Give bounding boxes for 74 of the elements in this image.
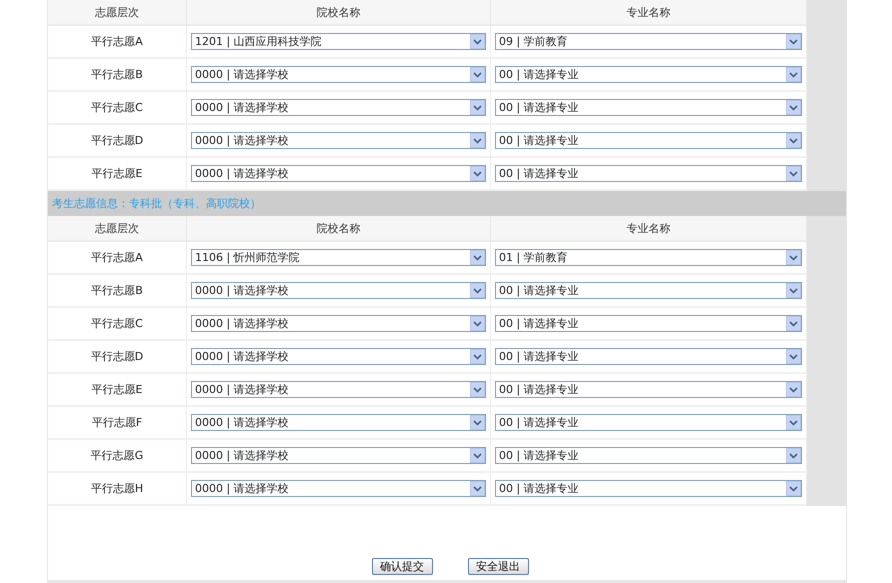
dropdown-arrow-icon bbox=[470, 316, 485, 331]
school-select[interactable]: 0000 | 请选择学校 bbox=[191, 381, 486, 398]
major-select[interactable]: 00 | 请选择专业 bbox=[495, 348, 802, 365]
major-select[interactable]: 00 | 请选择专业 bbox=[495, 447, 802, 464]
dropdown-arrow-icon bbox=[786, 166, 801, 181]
dropdown-arrow-icon bbox=[470, 382, 485, 397]
school-select[interactable]: 0000 | 请选择学校 bbox=[191, 282, 486, 299]
school-select[interactable]: 0000 | 请选择学校 bbox=[191, 66, 486, 83]
dropdown-arrow-icon bbox=[786, 34, 801, 49]
column-header: 院校名称 bbox=[187, 216, 491, 242]
dropdown-arrow-icon bbox=[786, 100, 801, 115]
column-header: 院校名称 bbox=[187, 0, 491, 26]
tier-label: 平行志愿D bbox=[48, 341, 187, 374]
dropdown-arrow-icon bbox=[786, 67, 801, 82]
major-select[interactable]: 00 | 请选择专业 bbox=[495, 165, 802, 182]
dropdown-arrow-icon bbox=[470, 448, 485, 463]
dropdown-arrow-icon bbox=[786, 415, 801, 430]
tier-label: 平行志愿C bbox=[48, 92, 187, 125]
major-select[interactable]: 00 | 请选择专业 bbox=[495, 99, 802, 116]
tier-label: 平行志愿A bbox=[48, 26, 187, 59]
tier-label: 平行志愿B bbox=[48, 59, 187, 92]
school-select[interactable]: 0000 | 请选择学校 bbox=[191, 315, 486, 332]
tier-label: 平行志愿A bbox=[48, 242, 187, 275]
major-select[interactable]: 00 | 请选择专业 bbox=[495, 480, 802, 497]
major-select[interactable]: 00 | 请选择专业 bbox=[495, 315, 802, 332]
dropdown-arrow-icon bbox=[786, 250, 801, 265]
section-title: 考生志愿信息：专科批（专科、高职院校） bbox=[52, 196, 261, 211]
school-select[interactable]: 0000 | 请选择学校 bbox=[191, 480, 486, 497]
dropdown-arrow-icon bbox=[470, 100, 485, 115]
dropdown-arrow-icon bbox=[470, 349, 485, 364]
dropdown-arrow-icon bbox=[786, 283, 801, 298]
major-select[interactable]: 00 | 请选择专业 bbox=[495, 132, 802, 149]
dropdown-arrow-icon bbox=[470, 481, 485, 496]
major-select[interactable]: 00 | 请选择专业 bbox=[495, 414, 802, 431]
tier-label: 平行志愿E bbox=[48, 374, 187, 407]
dropdown-arrow-icon bbox=[470, 250, 485, 265]
logout-button[interactable]: 安全退出 bbox=[468, 558, 528, 575]
major-select[interactable]: 09 | 学前教育 bbox=[495, 33, 802, 50]
school-select[interactable]: 0000 | 请选择学校 bbox=[191, 447, 486, 464]
column-header: 专业名称 bbox=[491, 0, 807, 26]
tier-label: 平行志愿B bbox=[48, 275, 187, 308]
dropdown-arrow-icon bbox=[470, 133, 485, 148]
dropdown-arrow-icon bbox=[470, 415, 485, 430]
tier-label: 平行志愿E bbox=[48, 158, 187, 191]
dropdown-arrow-icon bbox=[786, 316, 801, 331]
school-select[interactable]: 0000 | 请选择学校 bbox=[191, 99, 486, 116]
dropdown-arrow-icon bbox=[470, 283, 485, 298]
tier-label: 平行志愿G bbox=[48, 440, 187, 473]
major-select[interactable]: 00 | 请选择专业 bbox=[495, 282, 802, 299]
dropdown-arrow-icon bbox=[786, 133, 801, 148]
dropdown-arrow-icon bbox=[470, 34, 485, 49]
dropdown-arrow-icon bbox=[786, 349, 801, 364]
major-select[interactable]: 00 | 请选择专业 bbox=[495, 66, 802, 83]
dropdown-arrow-icon bbox=[786, 448, 801, 463]
column-header: 志愿层次 bbox=[48, 0, 187, 26]
school-select[interactable]: 0000 | 请选择学校 bbox=[191, 348, 486, 365]
column-header: 专业名称 bbox=[491, 216, 807, 242]
tier-label: 平行志愿F bbox=[48, 407, 187, 440]
dropdown-arrow-icon bbox=[470, 166, 485, 181]
submit-button[interactable]: 确认提交 bbox=[372, 558, 432, 575]
school-select[interactable]: 0000 | 请选择学校 bbox=[191, 165, 486, 182]
tier-label: 平行志愿D bbox=[48, 125, 187, 158]
major-select[interactable]: 01 | 学前教育 bbox=[495, 249, 802, 266]
school-select[interactable]: 1106 | 忻州师范学院 bbox=[191, 249, 486, 266]
major-select[interactable]: 00 | 请选择专业 bbox=[495, 381, 802, 398]
dropdown-arrow-icon bbox=[786, 481, 801, 496]
dropdown-arrow-icon bbox=[786, 382, 801, 397]
tier-label: 平行志愿H bbox=[48, 473, 187, 506]
tier-label: 平行志愿C bbox=[48, 308, 187, 341]
column-header: 志愿层次 bbox=[48, 216, 187, 242]
school-select[interactable]: 1201 | 山西应用科技学院 bbox=[191, 33, 486, 50]
school-select[interactable]: 0000 | 请选择学校 bbox=[191, 414, 486, 431]
school-select[interactable]: 0000 | 请选择学校 bbox=[191, 132, 486, 149]
dropdown-arrow-icon bbox=[470, 67, 485, 82]
